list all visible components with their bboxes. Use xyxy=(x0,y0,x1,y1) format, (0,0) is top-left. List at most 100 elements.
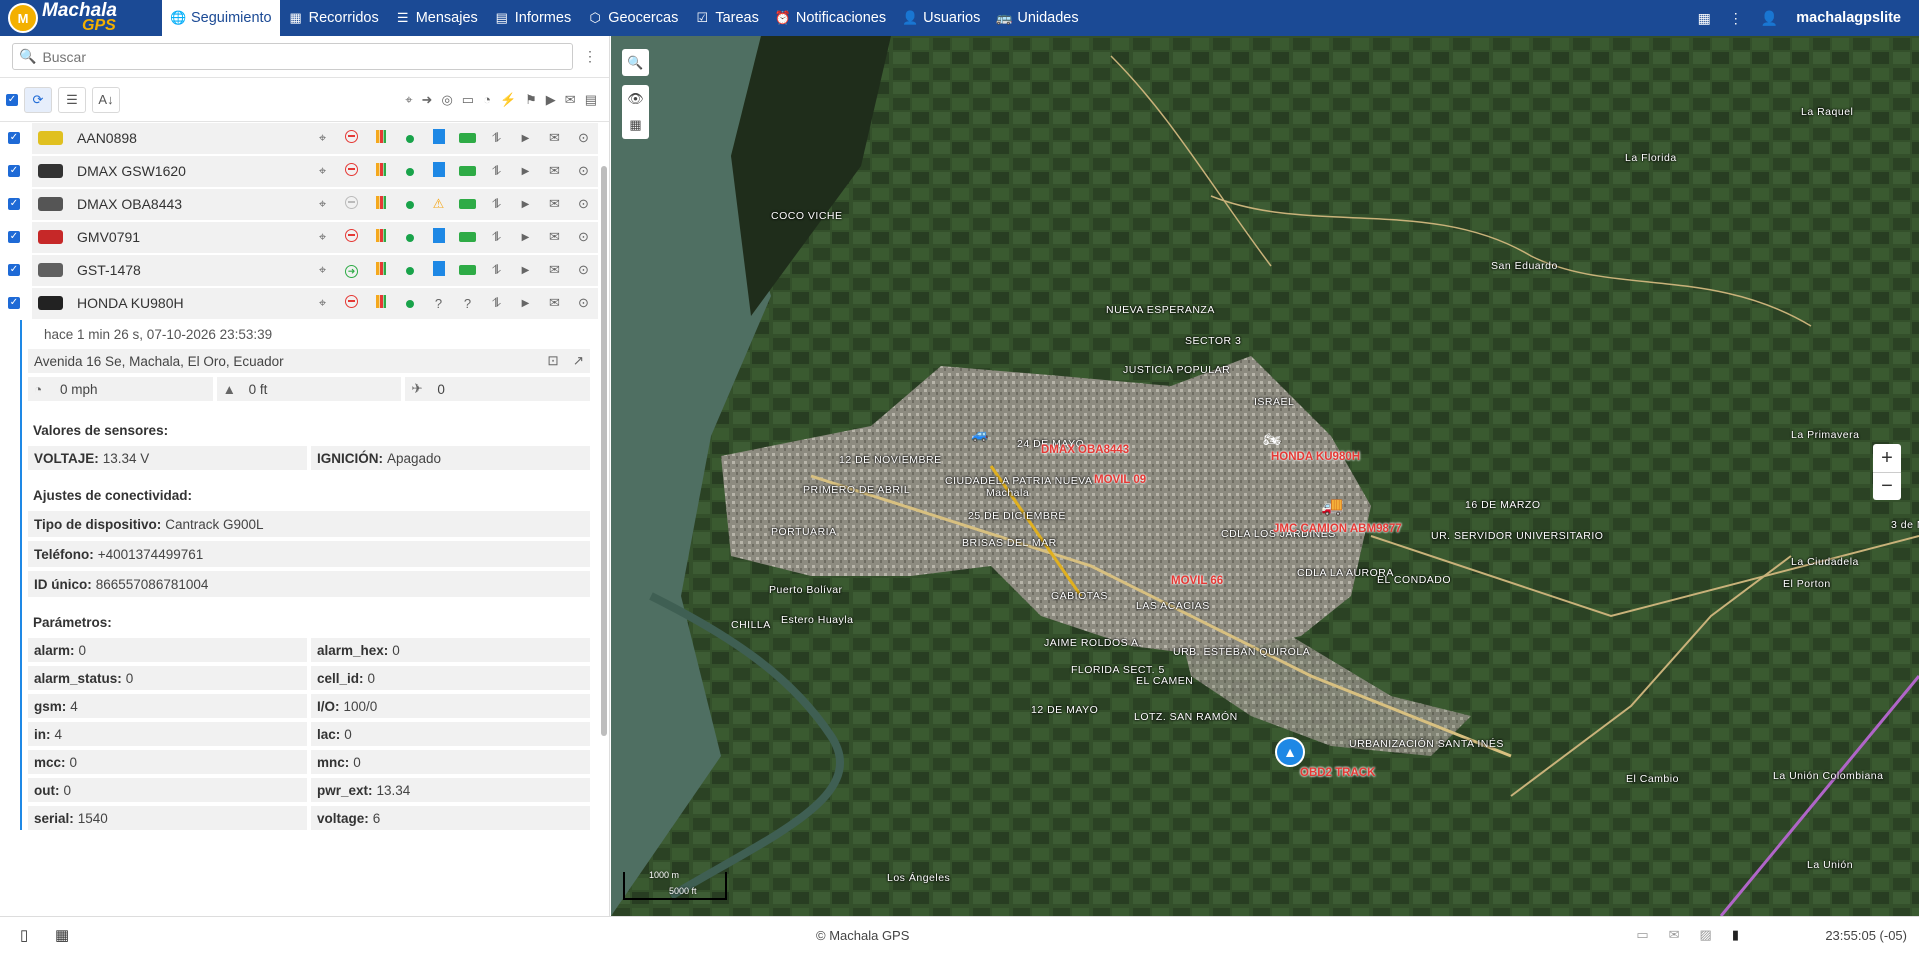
nav-geocercas[interactable]: ⬡ Geocercas xyxy=(579,0,686,36)
map-vehicle-label[interactable]: DMAX OBA8443 xyxy=(1041,444,1129,456)
power-icon[interactable]: ⚡ xyxy=(500,92,516,108)
locate-icon[interactable]: ⌖ xyxy=(308,196,337,212)
search-box[interactable]: 🔍 xyxy=(12,43,573,70)
nav-notificaciones[interactable]: ⏰ Notificaciones xyxy=(767,0,894,36)
mail-off-icon[interactable]: ✉ xyxy=(1669,927,1680,943)
nav-seguimiento[interactable]: 🌐 Seguimiento xyxy=(162,0,280,36)
locate-icon[interactable]: ⌖ xyxy=(308,295,337,311)
gprs-icon[interactable]: ▶ xyxy=(511,265,540,276)
messages-icon: ☰ xyxy=(396,10,409,25)
follow-icon[interactable]: ⥮ xyxy=(482,229,511,245)
eye-icon[interactable]: 👁 xyxy=(627,91,644,107)
nav-informes[interactable]: ▤ Informes xyxy=(486,0,579,36)
unit-row[interactable]: ✓ DMAX OBA8443 ⌖ ⚠ ⥮ ▶ ✉ ⊙ xyxy=(0,188,598,221)
sort-button[interactable]: A↓ xyxy=(92,86,120,113)
follow-icon[interactable]: ⥮ xyxy=(482,196,511,212)
group-tree-button[interactable]: ☰ xyxy=(58,86,86,113)
unit-checkbox[interactable]: ✓ xyxy=(8,264,20,276)
map-search-button[interactable]: 🔍 xyxy=(622,49,649,76)
flag-icon[interactable]: ⚑ xyxy=(525,92,537,108)
apps-grid-icon[interactable]: ▦ xyxy=(1698,10,1711,27)
nav-tareas[interactable]: ☑ Tareas xyxy=(686,0,767,36)
nav-usuarios[interactable]: 👤 Usuarios xyxy=(894,0,988,36)
unit-checkbox[interactable]: ✓ xyxy=(8,198,20,210)
expand-icon[interactable]: ⊙ xyxy=(569,295,598,311)
gprs-icon[interactable]: ▶ xyxy=(511,232,540,243)
locate-icon[interactable]: ⌖ xyxy=(308,262,337,278)
more-vertical-icon[interactable]: ⋮ xyxy=(583,48,597,65)
expand-icon[interactable]: ⊙ xyxy=(569,229,598,245)
vehicle-marker-truck[interactable]: 🚚 xyxy=(1321,496,1343,517)
user-account-icon[interactable]: 👤 xyxy=(1761,10,1778,27)
follow-icon[interactable]: ⥮ xyxy=(482,262,511,278)
map-vehicle-label[interactable]: JMC CAMION ABM9877 xyxy=(1273,523,1402,535)
direction-icon[interactable]: ➜ xyxy=(422,92,433,108)
device-icon[interactable]: ▭ xyxy=(462,92,474,108)
list-icon[interactable]: ▤ xyxy=(585,92,597,108)
crosshair-icon[interactable]: ⌖ xyxy=(405,92,412,108)
unit-row[interactable]: ✓ GMV0791 ⌖ ⥮ ▶ ✉ ⊙ xyxy=(0,221,598,254)
unit-row[interactable]: ✓ GST-1478 ⌖ ➜ ⥮ ▶ ✉ ⊙ xyxy=(0,254,598,287)
follow-icon[interactable]: ⥮ xyxy=(482,130,511,146)
sidebar-scrollbar[interactable] xyxy=(601,166,607,736)
unit-checkbox[interactable]: ✓ xyxy=(8,132,20,144)
sidebar-toggle-icon[interactable]: ▯ xyxy=(20,926,28,944)
message-icon[interactable]: ✉ xyxy=(540,262,569,278)
nav-recorridos[interactable]: ▦ Recorridos xyxy=(280,0,387,36)
follow-icon[interactable]: ⥮ xyxy=(482,295,511,311)
panel-icon[interactable]: ▭ xyxy=(1636,927,1648,943)
message-icon[interactable]: ✉ xyxy=(540,196,569,212)
expand-icon[interactable]: ⊙ xyxy=(569,196,598,212)
map-vehicle-label[interactable]: MOVIL 09 xyxy=(1094,474,1146,486)
message-icon[interactable]: ✉ xyxy=(540,163,569,179)
unit-row[interactable]: ✓ HONDA KU980H ⌖?? ⥮ ▶ ✉ ⊙ xyxy=(0,287,598,320)
zoom-out-button[interactable]: − xyxy=(1873,472,1901,500)
nav-mensajes[interactable]: ☰ Mensajes xyxy=(387,0,486,36)
message-icon[interactable]: ✉ xyxy=(540,295,569,311)
locate-icon[interactable]: ⌖ xyxy=(308,130,337,146)
map-vehicle-label[interactable]: HONDA KU980H xyxy=(1271,451,1360,463)
username[interactable]: machalagpslite xyxy=(1796,10,1901,26)
map-view[interactable]: La Raquel La Florida COCO VICHE San Eduardo… xyxy=(611,36,1919,916)
message-icon[interactable]: ✉ xyxy=(540,229,569,245)
expand-icon[interactable]: ⊙ xyxy=(569,163,598,179)
select-all-checkbox[interactable]: ✓ xyxy=(6,93,18,106)
expand-icon[interactable]: ⊙ xyxy=(569,130,598,146)
unit-row[interactable]: ✓ AAN0898 ⌖ ⥮ ▶ ✉ ⊙ xyxy=(0,122,598,155)
message-icon[interactable]: ✉ xyxy=(540,130,569,146)
speed-icon[interactable]: ◔ xyxy=(483,92,491,108)
sms-icon[interactable]: ✉ xyxy=(565,92,576,108)
nav-unidades[interactable]: 🚌 Unidades xyxy=(988,0,1086,36)
gprs-icon[interactable]: ▶ xyxy=(511,199,540,210)
status-icon xyxy=(432,129,445,144)
streetview-icon[interactable]: ⊡ xyxy=(547,353,558,369)
layout-icon[interactable]: ▮ xyxy=(1732,927,1739,943)
vehicle-marker-dmax[interactable]: 🚙 xyxy=(971,426,988,443)
vehicle-marker-honda[interactable]: 🏍 xyxy=(1263,431,1281,448)
image-icon[interactable]: ▨ xyxy=(1700,927,1712,943)
gprs-icon[interactable]: ▶ xyxy=(511,298,540,309)
locate-icon[interactable]: ⌖ xyxy=(308,163,337,179)
locate-icon[interactable]: ⌖ xyxy=(308,229,337,245)
unit-row[interactable]: ✓ DMAX GSW1620 ⌖ ⥮ ▶ ✉ ⊙ xyxy=(0,155,598,188)
unit-checkbox[interactable]: ✓ xyxy=(8,165,20,177)
unit-checkbox[interactable]: ✓ xyxy=(8,297,20,309)
vehicle-marker-obd2[interactable]: ▲ xyxy=(1275,737,1305,767)
app-logo[interactable]: M Machala GPS xyxy=(0,0,162,36)
expand-icon[interactable]: ⊙ xyxy=(569,262,598,278)
map-vehicle-label[interactable]: OBD2 TRACK xyxy=(1300,767,1375,779)
refresh-button[interactable]: ⟳ xyxy=(24,86,52,113)
gprs-icon[interactable]: ▶ xyxy=(511,133,540,144)
zoom-in-button[interactable]: + xyxy=(1873,444,1901,472)
gprs-icon[interactable]: ▶ xyxy=(511,166,540,177)
unit-checkbox[interactable]: ✓ xyxy=(8,231,20,243)
screen-icon[interactable]: ▶ xyxy=(546,92,556,108)
signal-icon[interactable]: ◎ xyxy=(441,92,452,108)
search-input[interactable] xyxy=(42,48,566,65)
more-vertical-icon[interactable]: ⋮ xyxy=(1729,10,1743,27)
follow-icon[interactable]: ⥮ xyxy=(482,163,511,179)
grid-view-icon[interactable]: ▦ xyxy=(55,926,69,944)
map-vehicle-label[interactable]: MOVIL 66 xyxy=(1171,575,1223,587)
external-link-icon[interactable]: ↗ xyxy=(573,353,584,369)
map-icon[interactable]: ▦ xyxy=(629,117,641,133)
